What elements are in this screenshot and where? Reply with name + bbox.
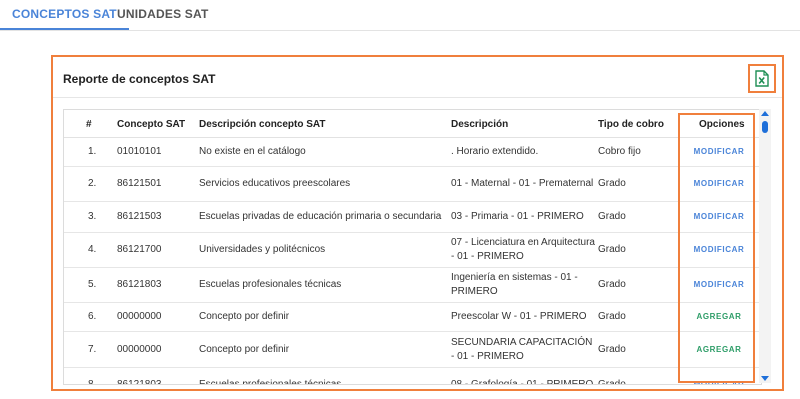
header-tipo-cobro: Tipo de cobro xyxy=(598,119,664,130)
table-row: 6. 00000000 Concepto por definir Preesco… xyxy=(64,303,761,332)
header-num: # xyxy=(86,119,92,130)
table-row: 5. 86121803 Escuelas profesionales técni… xyxy=(64,268,761,303)
description: . Horario extendido. xyxy=(451,146,539,157)
table-row: 2. 86121501 Servicios educativos preesco… xyxy=(64,167,761,202)
tab-conceptos-sat[interactable]: CONCEPTOS SAT xyxy=(0,0,129,30)
row-number: 2. xyxy=(88,178,97,189)
table-row: 8. 86121803 Escuelas profesionales técni… xyxy=(64,368,761,385)
tipo-cobro: Grado xyxy=(598,379,626,385)
concepto-sat-description: Escuelas profesionales técnicas xyxy=(199,279,342,290)
table-row: 3. 86121503 Escuelas privadas de educaci… xyxy=(64,202,761,233)
description: Ingeniería en sistemas - 01 - PRIMERO xyxy=(451,272,578,297)
tipo-cobro: Grado xyxy=(598,279,626,290)
excel-export-button[interactable] xyxy=(748,64,776,93)
tab-bar: CONCEPTOS SAT UNIDADES SAT xyxy=(0,0,800,31)
concepto-sat-code: 01010101 xyxy=(117,146,162,157)
description: 03 - Primaria - 01 - PRIMERO xyxy=(451,211,584,222)
row-number: 6. xyxy=(88,311,97,322)
concepto-sat-description: Concepto por definir xyxy=(199,311,290,322)
header-concepto-sat: Concepto SAT xyxy=(117,119,186,130)
concepto-sat-code: 86121700 xyxy=(117,244,162,255)
concepto-sat-description: Concepto por definir xyxy=(199,343,290,355)
description: 01 - Maternal - 01 - Prematernal xyxy=(451,178,594,189)
modificar-button[interactable]: MODIFICAR xyxy=(683,138,755,166)
card-title: Reporte de conceptos SAT xyxy=(63,72,216,86)
concepto-sat-code: 86121803 xyxy=(117,279,162,290)
concepto-sat-description: Universidades y politécnicos xyxy=(199,244,326,255)
concepto-sat-description: Escuelas privadas de educación primaria … xyxy=(199,211,442,222)
tipo-cobro: Cobro fijo xyxy=(598,146,641,157)
tipo-cobro: Grado xyxy=(598,178,626,189)
description: SECUNDARIA CAPACITACIÓN - 01 - PRIMERO xyxy=(451,336,593,362)
row-number: 1. xyxy=(88,146,97,157)
tipo-cobro: Grado xyxy=(598,244,626,255)
tipo-cobro: Grado xyxy=(598,211,626,222)
concepto-sat-code: 00000000 xyxy=(117,343,162,355)
modificar-button[interactable]: MODIFICAR xyxy=(683,268,755,302)
concepts-table: # Concepto SAT Descripción concepto SAT … xyxy=(63,109,762,385)
table-row: 1. 01010101 No existe en el catálogo . H… xyxy=(64,138,761,167)
row-number: 4. xyxy=(88,244,97,255)
modificar-button[interactable]: MODIFICAR xyxy=(683,202,755,232)
header-descripcion: Descripción xyxy=(451,119,509,130)
concepto-sat-code: 86121501 xyxy=(117,178,162,189)
row-number: 3. xyxy=(88,211,97,222)
concepto-sat-code: 86121503 xyxy=(117,211,162,222)
modificar-button[interactable]: MODIFICAR xyxy=(683,233,755,267)
concepto-sat-code: 86121803 xyxy=(117,379,162,385)
table-row: 7. 00000000 Concepto por definir SECUNDA… xyxy=(64,332,761,368)
scroll-down-arrow-icon[interactable] xyxy=(761,376,769,381)
header-descripcion-concepto: Descripción concepto SAT xyxy=(199,119,326,130)
agregar-button[interactable]: AGREGAR xyxy=(683,303,755,331)
modificar-button[interactable]: MODIFICAR xyxy=(683,368,755,384)
table-row: 4. 86121700 Universidades y politécnicos… xyxy=(64,233,761,268)
description: 07 - Licenciatura en Arquitectura - 01 -… xyxy=(451,237,595,262)
concepto-sat-description: Servicios educativos preescolares xyxy=(199,178,351,189)
scroll-up-arrow-icon[interactable] xyxy=(761,111,769,116)
scrollbar-thumb[interactable] xyxy=(762,121,768,133)
description: 08 - Grafología - 01 - PRIMERO xyxy=(451,379,594,385)
report-card: Reporte de conceptos SAT # Concepto SAT … xyxy=(51,55,784,391)
header-opciones: Opciones xyxy=(699,119,745,130)
concepto-sat-description: Escuelas profesionales técnicas xyxy=(199,379,342,385)
row-number: 8. xyxy=(88,379,97,385)
tipo-cobro: Grado xyxy=(598,311,626,322)
agregar-button[interactable]: AGREGAR xyxy=(683,332,755,367)
concepto-sat-code: 00000000 xyxy=(117,311,162,322)
description: Preescolar W - 01 - PRIMERO xyxy=(451,311,587,322)
row-number: 5. xyxy=(88,279,97,290)
excel-export-icon xyxy=(755,70,769,87)
modificar-button[interactable]: MODIFICAR xyxy=(683,167,755,201)
row-number: 7. xyxy=(88,343,97,355)
table-scrollbar[interactable] xyxy=(759,109,771,383)
tipo-cobro: Grado xyxy=(598,343,626,355)
tab-unidades-sat[interactable]: UNIDADES SAT xyxy=(117,0,209,29)
table-header: # Concepto SAT Descripción concepto SAT … xyxy=(64,110,761,138)
concepto-sat-description: No existe en el catálogo xyxy=(199,146,306,157)
card-divider xyxy=(53,97,782,98)
